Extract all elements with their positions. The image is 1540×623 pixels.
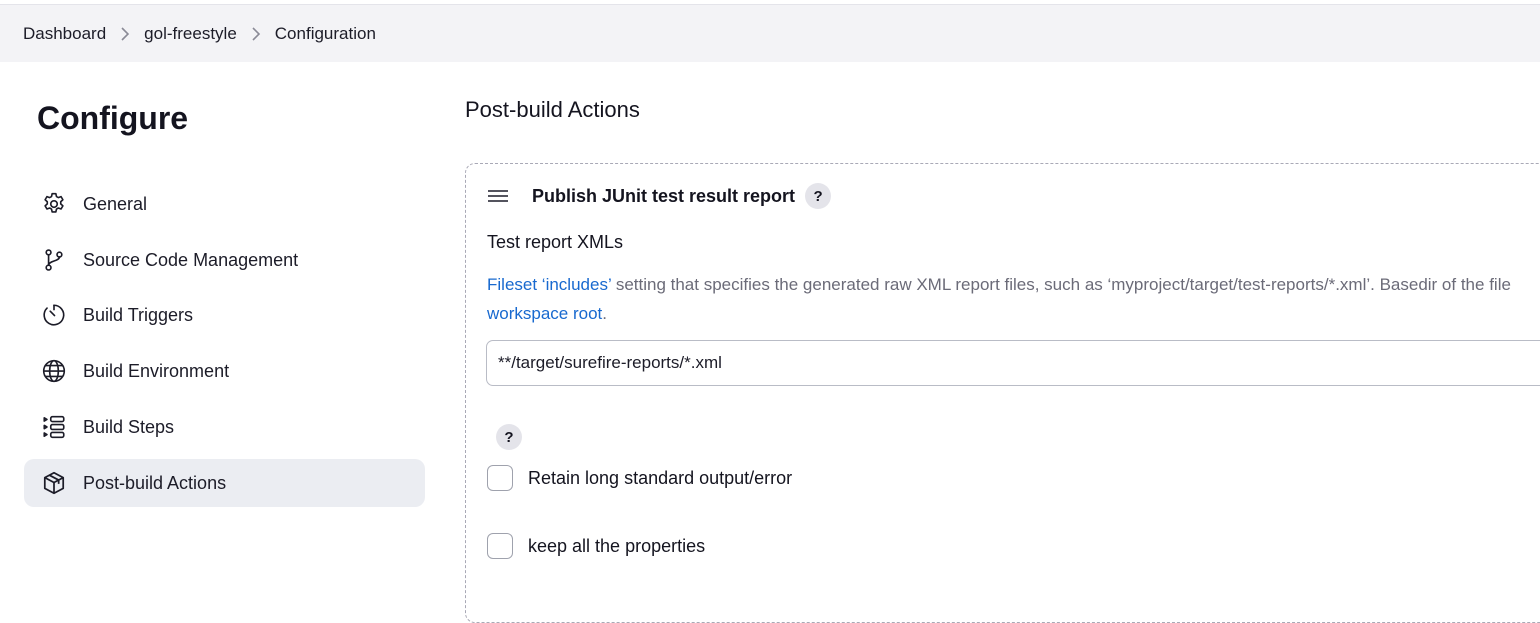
help-container: ? xyxy=(496,424,522,450)
sidebar-item-build-triggers[interactable]: Build Triggers xyxy=(24,291,425,339)
keep-properties-checkbox[interactable] xyxy=(487,533,513,559)
breadcrumb-gol-freestyle[interactable]: gol-freestyle xyxy=(144,24,237,44)
sidebar-item-build-steps[interactable]: Build Steps xyxy=(24,403,425,451)
help-button[interactable]: ? xyxy=(805,183,832,209)
field-description: Fileset ‘includes’ setting that specifie… xyxy=(487,270,1540,299)
help-button[interactable]: ? xyxy=(496,424,522,450)
workspace-root-link[interactable]: workspace root xyxy=(487,304,602,323)
breadcrumb-dashboard[interactable]: Dashboard xyxy=(23,24,106,44)
action-title: Publish JUnit test result report xyxy=(532,185,796,206)
sidebar-item-label: General xyxy=(83,193,148,214)
sidebar-item-label: Post-build Actions xyxy=(83,472,227,493)
list-steps-icon xyxy=(40,413,68,441)
keep-properties-checkbox-row[interactable]: keep all the properties xyxy=(487,532,705,560)
action-header: Publish JUnit test result report ? xyxy=(487,180,832,212)
checkbox-label: Retain long standard output/error xyxy=(528,467,793,488)
timer-icon xyxy=(40,301,68,329)
package-icon xyxy=(40,469,68,497)
sidebar-item-general[interactable]: General xyxy=(24,180,425,228)
sidebar-item-source-code-management[interactable]: Source Code Management xyxy=(24,236,425,284)
description-text-end: . xyxy=(602,304,608,323)
sidebar-item-post-build-actions[interactable]: Post-build Actions xyxy=(24,459,425,507)
globe-icon xyxy=(40,357,68,385)
sidebar-item-label: Build Environment xyxy=(83,360,230,381)
gear-icon xyxy=(40,190,68,218)
git-branch-icon xyxy=(40,246,68,274)
test-report-xmls-label: Test report XMLs xyxy=(487,232,624,252)
test-report-xmls-input[interactable] xyxy=(486,340,1540,386)
checkbox-label: keep all the properties xyxy=(528,535,706,556)
sidebar-item-label: Build Steps xyxy=(83,416,175,437)
page-title: Configure xyxy=(37,100,189,136)
breadcrumb-configuration[interactable]: Configuration xyxy=(275,24,376,44)
chevron-right-icon xyxy=(251,26,261,41)
sidebar-item-label: Build Triggers xyxy=(83,304,194,325)
retain-output-checkbox[interactable] xyxy=(487,465,513,491)
drag-handle-icon[interactable] xyxy=(487,187,509,205)
sidebar-item-build-environment[interactable]: Build Environment xyxy=(24,347,425,395)
description-text: setting that specifies the generated raw… xyxy=(611,275,1511,294)
breadcrumb: Dashboard gol-freestyle Configuration xyxy=(0,4,1540,62)
retain-output-checkbox-row[interactable]: Retain long standard output/error xyxy=(487,464,792,492)
fileset-includes-link[interactable]: Fileset ‘includes’ xyxy=(487,275,611,294)
section-title: Post-build Actions xyxy=(465,97,640,122)
chevron-right-icon xyxy=(120,26,130,41)
field-description-continued: workspace root. xyxy=(487,299,607,328)
sidebar-item-label: Source Code Management xyxy=(83,249,299,270)
